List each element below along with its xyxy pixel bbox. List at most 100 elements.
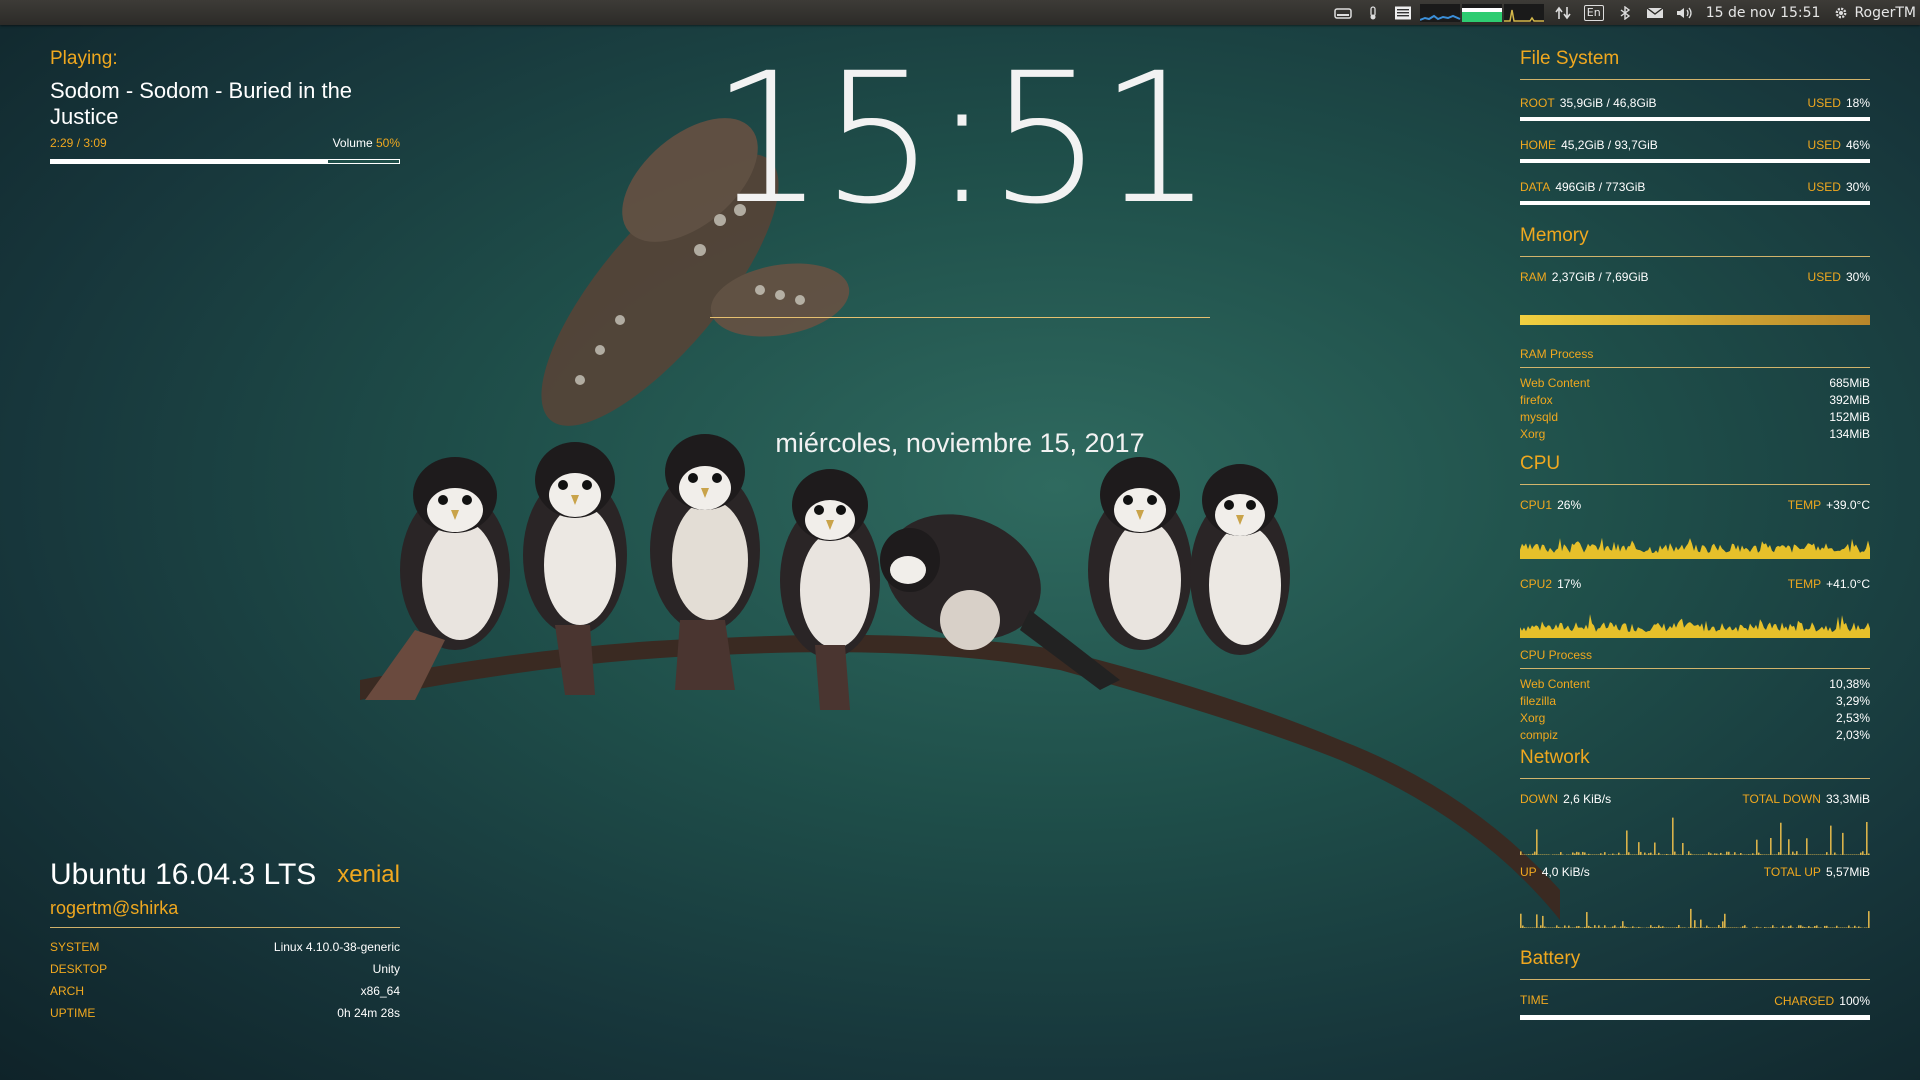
- network-title: Network: [1520, 747, 1590, 768]
- top-panel: En 15 de nov 15:51 RogerTM: [0, 0, 1920, 25]
- network-activity-bar: [1746, 854, 1748, 855]
- battery-divider: [1520, 979, 1870, 980]
- network-activity-bar: [1704, 854, 1706, 855]
- network-indicator[interactable]: [1554, 0, 1572, 25]
- track-progress-bar: [50, 159, 400, 164]
- network-activity-bar: [1560, 852, 1562, 855]
- network-activity-bar: [1648, 853, 1650, 855]
- network-activity-bar: [1736, 854, 1738, 855]
- network-activity-bar: [1712, 854, 1714, 855]
- fs-used-label: USED: [1807, 180, 1841, 194]
- download-row: DOWN 2,6 KiB/s TOTAL DOWN 33,3MiB: [1520, 788, 1870, 807]
- network-activity-bar: [1798, 854, 1800, 855]
- network-activity-bar: [1800, 925, 1802, 928]
- network-activity-bar: [1820, 927, 1822, 928]
- network-activity-bar: [1576, 851, 1578, 855]
- network-activity-bar: [1522, 925, 1524, 928]
- network-activity-bar: [1780, 927, 1782, 928]
- network-activity-bar: [1760, 854, 1762, 855]
- process-value: 3,29%: [1835, 693, 1870, 708]
- bluetooth-icon: [1620, 5, 1630, 20]
- thermometer-icon: [1370, 5, 1376, 19]
- load-graph-icon: [1419, 3, 1544, 22]
- network-activity-bar: [1854, 854, 1856, 855]
- datetime-indicator[interactable]: 15 de nov 15:51: [1706, 0, 1821, 25]
- network-activity-bar: [1598, 925, 1600, 928]
- network-activity-bar: [1800, 854, 1802, 855]
- ram-process-row: Xorg 134MiB: [1520, 425, 1870, 442]
- network-activity-bar: [1646, 927, 1648, 928]
- bluetooth-indicator[interactable]: [1616, 0, 1634, 25]
- network-activity-bar: [1552, 927, 1554, 928]
- process-name: Xorg: [1520, 426, 1546, 441]
- network-activity-bar: [1568, 854, 1570, 855]
- network-activity-bar: [1734, 852, 1736, 855]
- session-user-label: RogerTM: [1854, 4, 1916, 21]
- system-load-indicator[interactable]: [1419, 3, 1546, 22]
- network-activity-bar: [1532, 927, 1534, 928]
- fs-size: 496GiB / 773GiB: [1555, 180, 1646, 194]
- session-indicator[interactable]: RogerTM: [1832, 0, 1916, 25]
- list-icon: [1394, 6, 1411, 19]
- network-activity-bar: [1864, 854, 1866, 855]
- network-activity-bar: [1612, 926, 1614, 928]
- network-activity-bar: [1536, 914, 1538, 928]
- drive-indicator[interactable]: [1334, 0, 1352, 25]
- network-activity-bar: [1568, 925, 1570, 928]
- network-activity-bar: [1624, 854, 1626, 855]
- temperature-indicator[interactable]: [1364, 0, 1382, 25]
- cpu2-usage-graph: [1520, 614, 1870, 638]
- cpu-core-usage: 26%: [1557, 498, 1582, 512]
- cpu-temp-label: TEMP: [1787, 498, 1822, 512]
- network-activity-bar: [1592, 854, 1594, 855]
- cpu-process-row: Xorg 2,53%: [1520, 709, 1870, 726]
- network-activity-bar: [1838, 927, 1840, 928]
- network-activity-bar: [1792, 927, 1794, 928]
- cpu-divider: [1520, 484, 1870, 485]
- messaging-indicator[interactable]: [1646, 0, 1664, 25]
- network-activity-bar: [1734, 927, 1736, 928]
- network-activity-bar: [1580, 854, 1582, 855]
- filesystem-divider: [1520, 79, 1870, 80]
- network-activity-bar: [1758, 852, 1760, 855]
- network-activity-bar: [1714, 853, 1716, 855]
- network-activity-bar: [1824, 925, 1826, 928]
- cpu-process-row: Web Content 10,38%: [1520, 675, 1870, 692]
- network-activity-bar: [1740, 853, 1742, 855]
- network-activity-bar: [1572, 927, 1574, 928]
- network-activity-bar: [1622, 921, 1624, 928]
- network-activity-bar: [1722, 854, 1724, 855]
- network-activity-bar: [1600, 927, 1602, 928]
- network-activity-bar: [1716, 853, 1718, 855]
- network-activity-bar: [1788, 839, 1790, 855]
- fs-usage-bar: [1520, 201, 1870, 205]
- filesystem-title: File System: [1520, 48, 1620, 69]
- network-activity-bar: [1786, 854, 1788, 855]
- network-activity-bar: [1808, 854, 1810, 855]
- network-activity-bar: [1636, 927, 1638, 928]
- network-activity-bar: [1526, 854, 1528, 855]
- sound-indicator[interactable]: [1676, 0, 1694, 25]
- speaker-icon: [1676, 7, 1692, 18]
- network-activity-bar: [1860, 927, 1862, 928]
- keyboard-layout-indicator[interactable]: En: [1583, 0, 1604, 25]
- fs-entry: DATA 496GiB / 773GiB USED 30%: [1520, 176, 1870, 205]
- ram-used-value: 30%: [1845, 270, 1870, 284]
- network-activity-bar: [1644, 852, 1646, 855]
- network-activity-bar: [1538, 854, 1540, 855]
- network-activity-bar: [1812, 854, 1814, 855]
- network-activity-bar: [1554, 927, 1556, 928]
- network-activity-bar: [1802, 926, 1804, 928]
- network-activity-bar: [1748, 854, 1750, 855]
- ram-process-title: RAM Process: [1520, 347, 1594, 361]
- sysinfo-row: SYSTEM Linux 4.10.0-38-generic: [50, 936, 400, 958]
- network-activity-bar: [1586, 854, 1588, 855]
- network-activity-bar: [1532, 853, 1534, 855]
- network-activity-bar: [1640, 927, 1642, 928]
- network-activity-bar: [1694, 854, 1696, 855]
- system-info-widget: Ubuntu 16.04.3 LTS xenial rogertm@shirka…: [50, 858, 400, 1024]
- network-activity-bar: [1866, 821, 1868, 855]
- notes-indicator[interactable]: [1394, 0, 1412, 25]
- cpu1-usage-graph: [1520, 537, 1870, 559]
- network-activity-bar: [1790, 854, 1792, 855]
